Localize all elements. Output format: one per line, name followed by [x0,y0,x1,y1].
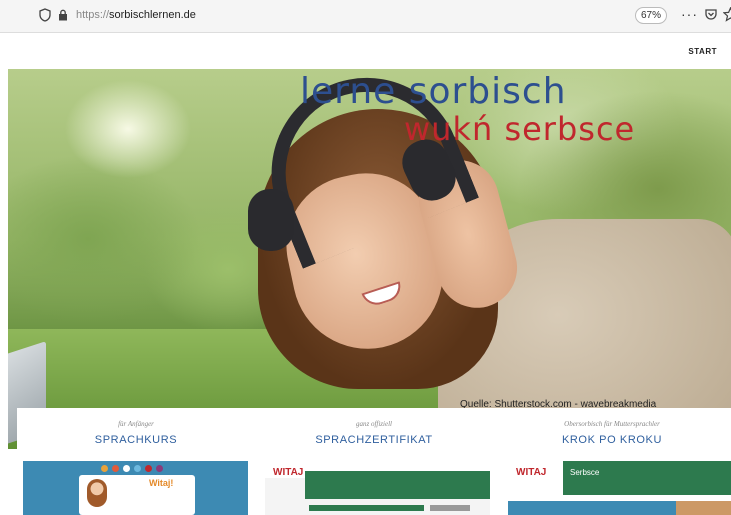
site-navigation: START [0,33,731,69]
thumbnail-button [430,505,470,511]
page-actions-menu-icon[interactable]: ··· [681,6,698,22]
krok-po-kroku-thumbnail[interactable]: WITAJ Serbsce [508,461,731,515]
section-heading[interactable]: KROK PO KROKU [493,434,731,446]
course-sections: für Anfänger SPRACHKURS ganz offiziell S… [17,408,731,515]
sprachkurs-thumbnail[interactable]: Witaj! [23,461,248,515]
section-krok-po-kroku[interactable]: Obersorbisch für Muttersprachler KROK PO… [493,408,731,446]
address-bar[interactable]: https://sorbischlernen.de 67% ··· [25,6,731,28]
pocket-icon[interactable] [704,8,718,22]
section-subtitle: ganz offiziell [356,420,392,428]
cartoon-girl-icon [87,479,107,507]
section-heading[interactable]: SPRACHKURS [17,434,255,446]
url-prefix: https:// [76,9,110,21]
witaj-logo: WITAJ [516,467,547,478]
url-text[interactable]: https://sorbischlernen.de [76,9,196,21]
browser-toolbar: https://sorbischlernen.de 67% ··· [0,0,731,33]
thumbnail-banner [305,471,490,499]
sprachzertifikat-thumbnail[interactable]: WITAJ [265,461,490,515]
serbsce-title: Serbsce [570,468,600,477]
thumbnail-dots [101,465,163,472]
tracking-shield-icon[interactable] [39,8,51,22]
section-subtitle: Obersorbisch für Muttersprachler [564,420,660,428]
hero-title-sorbian: wukń serbsce [404,110,636,148]
nav-start-link[interactable]: START [688,47,717,56]
witaj-logo-text: Witaj! [149,478,174,488]
section-subtitle: für Anfänger [118,420,154,428]
section-sprachkurs[interactable]: für Anfänger SPRACHKURS [17,408,255,446]
lock-icon[interactable] [58,9,68,21]
section-sprachzertifikat[interactable]: ganz offiziell SPRACHZERTIFIKAT [255,408,493,446]
section-heading[interactable]: SPRACHZERTIFIKAT [255,434,493,446]
hero-title-german: lerne sorbisch [300,71,567,112]
bookmark-star-icon[interactable] [723,7,731,22]
thumbnail-banner [563,461,731,495]
thumbnail-photo [676,501,731,515]
witaj-logo: WITAJ [273,467,304,478]
url-host: sorbischlernen.de [109,9,196,21]
zoom-indicator[interactable]: 67% [635,7,667,24]
headphones-left-cup [248,189,294,251]
thumbnail-bar [309,505,424,511]
